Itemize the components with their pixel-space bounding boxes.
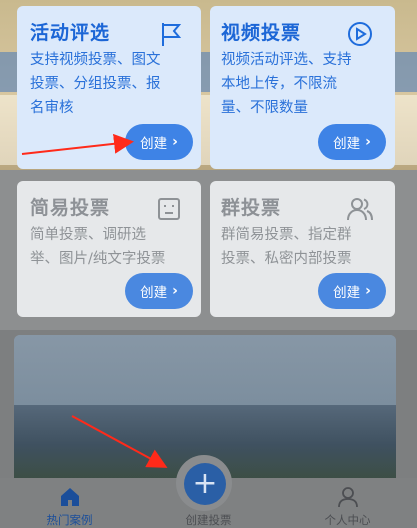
plus-icon: + (192, 466, 218, 501)
card-description: 视频活动评选、支持 本地上传，不限流 量、不限数量 (221, 52, 352, 116)
card-description: 简单投票、调研选 举、图片/纯文字投票 (30, 227, 166, 267)
card-description: 支持视频投票、图文 投票、分组投票、报 名审核 (30, 52, 161, 116)
play-circle-icon (348, 22, 372, 46)
person-icon (337, 487, 358, 508)
tab-label: 创建投票 (185, 513, 232, 527)
tab-label: 个人中心 (324, 513, 371, 527)
app-screen: 活动评选 支持视频投票、图文 投票、分组投票、报 名审核 创建 › 视频投票 视频… (0, 0, 417, 528)
card-title: 活动评选 (30, 22, 111, 44)
create-vote-button[interactable]: + (184, 463, 226, 505)
chevron-right-icon: › (172, 283, 178, 299)
tab-label: 热门案例 (46, 513, 93, 527)
card-activity-vote[interactable]: 活动评选 支持视频投票、图文 投票、分组投票、报 名审核 创建 › (17, 6, 201, 169)
card-title: 简易投票 (30, 197, 111, 219)
card-video-vote[interactable]: 视频投票 视频活动评选、支持 本地上传，不限流 量、不限数量 创建 › (210, 6, 395, 169)
chevron-right-icon: › (172, 134, 178, 150)
card-description: 群简易投票、指定群 投票、私密内部投票 (221, 227, 352, 267)
home-icon (60, 488, 79, 506)
ballot-box-icon (158, 198, 180, 220)
card-group-vote[interactable]: 群投票 群简易投票、指定群 投票、私密内部投票 创建 › (210, 181, 395, 317)
card-simple-vote[interactable]: 简易投票 简单投票、调研选 举、图片/纯文字投票 创建 › (17, 181, 201, 317)
tab-profile[interactable]: 个人中心 (278, 478, 417, 528)
chevron-right-icon: › (365, 134, 371, 150)
create-button[interactable]: 创建 › (318, 273, 386, 309)
create-button[interactable]: 创建 › (125, 273, 193, 309)
flag-icon (162, 23, 182, 46)
tab-hot-cases[interactable]: 热门案例 (0, 478, 139, 528)
create-button[interactable]: 创建 › (125, 124, 193, 160)
group-users-icon (347, 198, 373, 221)
card-title: 视频投票 (221, 22, 302, 44)
card-title: 群投票 (221, 197, 282, 219)
create-button[interactable]: 创建 › (318, 124, 386, 160)
chevron-right-icon: › (365, 283, 371, 299)
